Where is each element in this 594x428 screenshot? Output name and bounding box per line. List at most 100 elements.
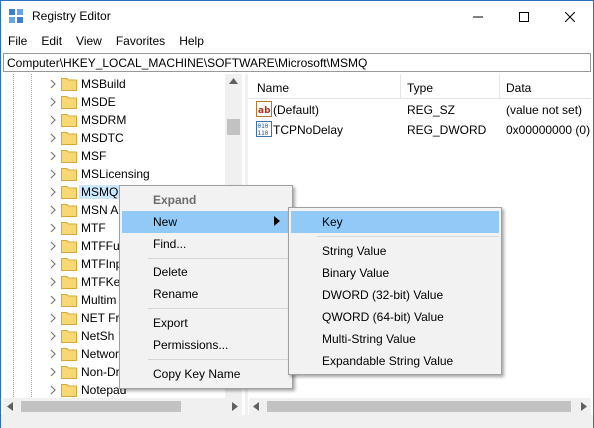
window-title: Registry Editor [32, 9, 111, 23]
chevron-right-icon[interactable] [48, 186, 58, 198]
menu-item-copy-key-name[interactable]: Copy Key Name [122, 363, 290, 385]
menu-item-key[interactable]: Key [291, 211, 499, 233]
scroll-up-icon[interactable] [229, 78, 238, 84]
chevron-right-icon[interactable] [48, 240, 58, 252]
tree-item[interactable]: MSBuild [3, 75, 227, 93]
menu-item-label: New [153, 215, 178, 229]
value-data: (value not set) [506, 103, 583, 117]
folder-icon [61, 348, 77, 361]
maximize-icon [519, 11, 529, 22]
chevron-right-icon[interactable] [48, 348, 58, 360]
chevron-right-icon[interactable] [48, 96, 58, 108]
menu-item-dword-value[interactable]: DWORD (32-bit) Value [291, 284, 499, 306]
svg-text:010: 010 [258, 123, 269, 130]
scroll-left-icon[interactable] [7, 402, 13, 411]
folder-icon [61, 258, 77, 271]
tree-item-label: MTFInp [81, 257, 123, 271]
tree-horizontal-scrollbar[interactable] [3, 398, 242, 415]
chevron-right-icon[interactable] [48, 312, 58, 324]
menu-item-expandable-string-value[interactable]: Expandable String Value [291, 350, 499, 372]
menu-item-qword-value[interactable]: QWORD (64-bit) Value [291, 306, 499, 328]
value-name: (Default) [273, 103, 320, 117]
chevron-right-icon[interactable] [48, 78, 58, 90]
column-divider[interactable] [400, 74, 401, 98]
menu-separator [148, 308, 290, 309]
folder-icon [61, 366, 77, 379]
value-type: REG_SZ [407, 103, 456, 117]
folder-icon [61, 240, 77, 253]
chevron-right-icon[interactable] [48, 150, 58, 162]
title-bar[interactable]: Registry Editor [1, 1, 593, 32]
chevron-right-icon[interactable] [48, 294, 58, 306]
tree-item-label: MSF [81, 149, 107, 163]
chevron-right-icon[interactable] [48, 168, 58, 180]
menu-help[interactable]: Help [172, 32, 211, 52]
column-divider[interactable] [499, 74, 500, 98]
column-name[interactable]: Name [257, 81, 289, 95]
tree-item[interactable]: MSLicensing [3, 165, 227, 183]
menu-item-delete[interactable]: Delete [122, 261, 290, 283]
menu-item-find[interactable]: Find... [122, 233, 290, 255]
menu-separator [148, 359, 290, 360]
menu-edit[interactable]: Edit [34, 32, 69, 52]
status-bar [1, 415, 593, 428]
list-horizontal-scrollbar[interactable] [249, 398, 591, 415]
menu-item-string-value[interactable]: String Value [291, 240, 499, 262]
close-button[interactable] [547, 1, 593, 32]
folder-icon [61, 312, 77, 325]
context-menu: Expand New Find... Delete Rename Export … [119, 185, 293, 389]
menu-item-multi-string-value[interactable]: Multi-String Value [291, 328, 499, 350]
chevron-right-icon[interactable] [48, 204, 58, 216]
svg-text:110: 110 [258, 130, 269, 137]
folder-icon [61, 204, 77, 217]
scroll-right-icon[interactable] [232, 402, 238, 411]
tree-item[interactable]: MSDE [3, 93, 227, 111]
chevron-right-icon[interactable] [48, 366, 58, 378]
scroll-thumb[interactable] [21, 401, 181, 412]
menu-item-new[interactable]: New [122, 211, 290, 233]
tree-item[interactable]: MSDRM [3, 111, 227, 129]
scroll-left-icon[interactable] [253, 402, 259, 411]
menu-item-permissions[interactable]: Permissions... [122, 334, 290, 356]
tree-item-label: Non-Dr [81, 365, 120, 379]
folder-icon [61, 330, 77, 343]
menu-separator [317, 236, 499, 237]
chevron-right-icon[interactable] [48, 222, 58, 234]
column-data[interactable]: Data [506, 81, 531, 95]
menu-item-rename[interactable]: Rename [122, 283, 290, 305]
menu-item-expand[interactable]: Expand [122, 189, 290, 211]
tree-item-label: MSBuild [81, 77, 126, 91]
tree-item-label: Networ [81, 347, 120, 361]
menu-view[interactable]: View [69, 32, 109, 52]
menu-separator [148, 258, 290, 259]
list-row[interactable]: 010 110 TCPNoDelay REG_DWORD 0x00000000 … [249, 119, 591, 139]
tree-item[interactable]: MSDTC [3, 129, 227, 147]
minimize-button[interactable] [455, 1, 501, 32]
tree-item[interactable]: MSF [3, 147, 227, 165]
menu-favorites[interactable]: Favorites [109, 32, 172, 52]
chevron-right-icon[interactable] [48, 132, 58, 144]
scroll-right-icon[interactable] [581, 402, 587, 411]
value-name: TCPNoDelay [273, 123, 344, 137]
folder-icon [61, 132, 77, 145]
address-bar[interactable]: Computer\HKEY_LOCAL_MACHINE\SOFTWARE\Mic… [3, 53, 591, 72]
scroll-thumb[interactable] [227, 119, 240, 135]
new-submenu: Key String Value Binary Value DWORD (32-… [288, 207, 502, 375]
value-type: REG_DWORD [407, 123, 487, 137]
chevron-right-icon[interactable] [48, 330, 58, 342]
menu-item-export[interactable]: Export [122, 312, 290, 334]
menu-file[interactable]: File [1, 32, 34, 52]
list-row[interactable]: ab (Default) REG_SZ (value not set) [249, 99, 591, 119]
chevron-right-icon[interactable] [48, 114, 58, 126]
tree-item-label: MTF [81, 221, 106, 235]
menu-item-binary-value[interactable]: Binary Value [291, 262, 499, 284]
folder-icon [61, 168, 77, 181]
registry-icon [9, 9, 23, 23]
maximize-button[interactable] [501, 1, 547, 32]
column-type[interactable]: Type [407, 81, 433, 95]
scroll-thumb[interactable] [267, 401, 571, 412]
chevron-right-icon[interactable] [48, 276, 58, 288]
chevron-right-icon[interactable] [48, 384, 58, 396]
close-icon [565, 11, 575, 22]
chevron-right-icon[interactable] [48, 258, 58, 270]
